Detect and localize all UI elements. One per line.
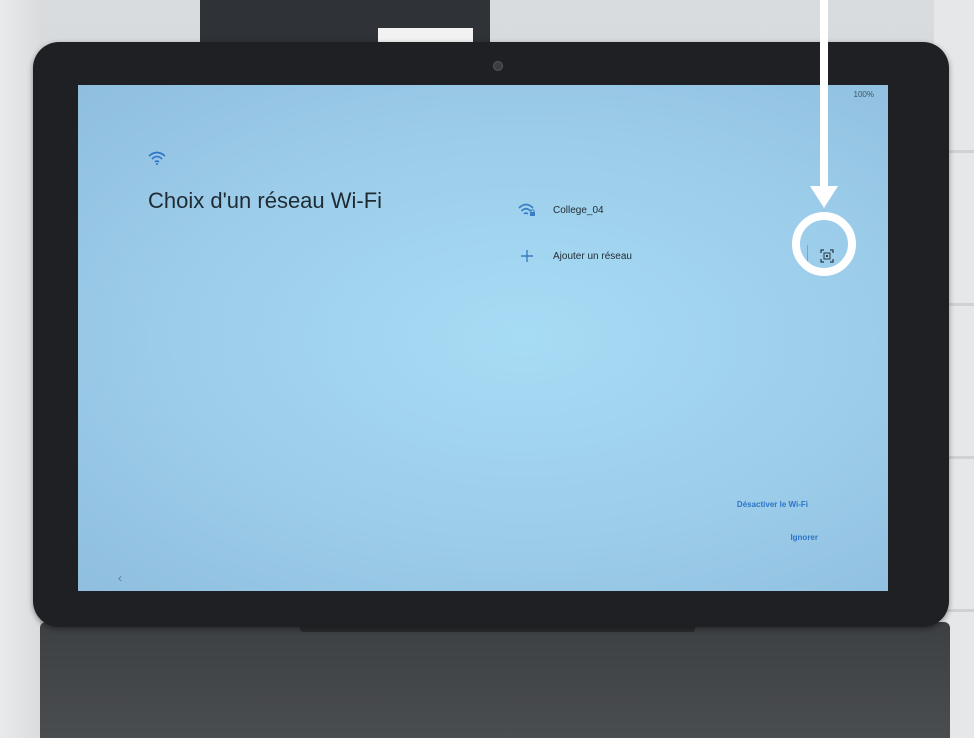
tablet-stand <box>40 622 950 738</box>
annotation-arrow-shaft <box>820 0 828 190</box>
annotation-highlight-circle <box>792 212 856 276</box>
network-name: College_04 <box>553 204 604 216</box>
network-item-college-04[interactable]: College_04 <box>518 199 604 221</box>
wifi-icon <box>148 151 166 165</box>
background-box-label <box>378 28 473 42</box>
tablet-screen: 100% Choix d'un réseau Wi-Fi College_04 … <box>78 85 888 591</box>
add-network-item[interactable]: Ajouter un réseau <box>518 245 632 267</box>
annotation-arrow-head <box>810 186 838 208</box>
skip-button[interactable]: Ignorer <box>790 533 818 542</box>
disable-wifi-button[interactable]: Désactiver le Wi-Fi <box>737 500 808 509</box>
wifi-lock-icon <box>518 202 536 218</box>
add-network-label: Ajouter un réseau <box>553 250 632 262</box>
front-camera <box>493 61 503 71</box>
plus-icon <box>518 248 536 264</box>
battery-status: 100% <box>853 90 874 99</box>
page-title: Choix d'un réseau Wi-Fi <box>148 188 383 213</box>
back-chevron-icon[interactable]: ‹ <box>118 571 122 585</box>
